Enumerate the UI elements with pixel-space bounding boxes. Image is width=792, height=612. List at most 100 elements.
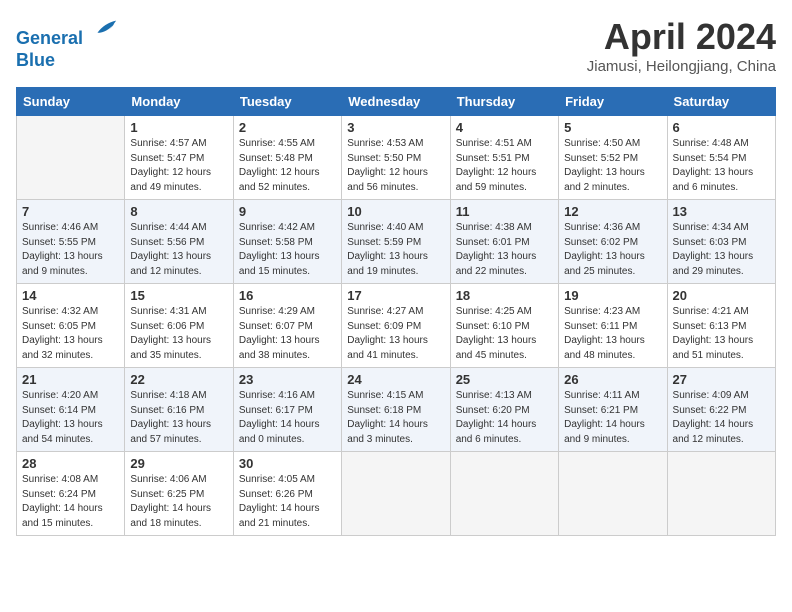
day-number: 28 — [22, 456, 119, 471]
day-info: Sunrise: 4:38 AMSunset: 6:01 PMDaylight:… — [456, 221, 553, 279]
daylight: Daylight: 14 hours and 9 minutes. — [564, 419, 645, 445]
calendar-cell: 25Sunrise: 4:13 AMSunset: 6:20 PMDayligh… — [450, 368, 558, 452]
calendar-cell — [342, 452, 450, 536]
day-info: Sunrise: 4:53 AMSunset: 5:50 PMDaylight:… — [347, 137, 444, 195]
day-number: 26 — [564, 372, 661, 387]
sunrise: Sunrise: 4:55 AM — [239, 138, 315, 149]
day-number: 7 — [22, 204, 119, 219]
sunrise: Sunrise: 4:36 AM — [564, 222, 640, 233]
day-number: 2 — [239, 120, 336, 135]
col-header-monday: Monday — [125, 88, 233, 116]
day-info: Sunrise: 4:44 AMSunset: 5:56 PMDaylight:… — [130, 221, 227, 279]
col-header-wednesday: Wednesday — [342, 88, 450, 116]
day-info: Sunrise: 4:25 AMSunset: 6:10 PMDaylight:… — [456, 305, 553, 363]
week-row-1: 1Sunrise: 4:57 AMSunset: 5:47 PMDaylight… — [17, 116, 776, 200]
daylight: Daylight: 13 hours and 15 minutes. — [239, 251, 320, 277]
calendar-cell: 4Sunrise: 4:51 AMSunset: 5:51 PMDaylight… — [450, 116, 558, 200]
daylight: Daylight: 13 hours and 51 minutes. — [673, 335, 754, 361]
day-number: 11 — [456, 204, 553, 219]
sunrise: Sunrise: 4:40 AM — [347, 222, 423, 233]
day-number: 5 — [564, 120, 661, 135]
sunrise: Sunrise: 4:44 AM — [130, 222, 206, 233]
day-info: Sunrise: 4:16 AMSunset: 6:17 PMDaylight:… — [239, 389, 336, 447]
daylight: Daylight: 14 hours and 3 minutes. — [347, 419, 428, 445]
sunrise: Sunrise: 4:06 AM — [130, 474, 206, 485]
col-header-thursday: Thursday — [450, 88, 558, 116]
daylight: Daylight: 13 hours and 54 minutes. — [22, 419, 103, 445]
daylight: Daylight: 14 hours and 15 minutes. — [22, 503, 103, 529]
daylight: Daylight: 12 hours and 56 minutes. — [347, 167, 428, 193]
sunset: Sunset: 6:10 PM — [456, 321, 530, 332]
daylight: Daylight: 13 hours and 57 minutes. — [130, 419, 211, 445]
day-info: Sunrise: 4:57 AMSunset: 5:47 PMDaylight:… — [130, 137, 227, 195]
calendar-table: SundayMondayTuesdayWednesdayThursdayFrid… — [16, 87, 776, 536]
sunrise: Sunrise: 4:20 AM — [22, 390, 98, 401]
daylight: Daylight: 12 hours and 59 minutes. — [456, 167, 537, 193]
calendar-cell: 17 Sunrise: 4:27 AMSunset: 6:09 PMDayligh… — [342, 284, 450, 368]
week-row-3: 14Sunrise: 4:32 AMSunset: 6:05 PMDayligh… — [17, 284, 776, 368]
sunset: Sunset: 6:16 PM — [130, 405, 204, 416]
calendar-cell: 2 Sunrise: 4:55 AMSunset: 5:48 PMDaylight… — [233, 116, 341, 200]
sunset: Sunset: 5:50 PM — [347, 153, 421, 164]
day-info: Sunrise: 4:09 AMSunset: 6:22 PMDaylight:… — [673, 389, 770, 447]
sunrise: Sunrise: 4:09 AM — [673, 390, 749, 401]
day-number: 17 — [347, 288, 444, 303]
calendar-cell: 23 Sunrise: 4:16 AMSunset: 6:17 PMDayligh… — [233, 368, 341, 452]
logo-bird-icon — [90, 16, 118, 44]
calendar-cell: 29Sunrise: 4:06 AMSunset: 6:25 PMDayligh… — [125, 452, 233, 536]
sunset: Sunset: 5:59 PM — [347, 237, 421, 248]
day-number: 16 — [239, 288, 336, 303]
page-header: General Blue April 2024 Jiamusi, Heilong… — [16, 16, 776, 75]
sunrise: Sunrise: 4:50 AM — [564, 138, 640, 149]
day-number: 6 — [673, 120, 770, 135]
calendar-cell: 11 Sunrise: 4:38 AMSunset: 6:01 PMDayligh… — [450, 200, 558, 284]
calendar-cell: 1Sunrise: 4:57 AMSunset: 5:47 PMDaylight… — [125, 116, 233, 200]
day-info: Sunrise: 4:34 AMSunset: 6:03 PMDaylight:… — [673, 221, 770, 279]
calendar-cell: 19Sunrise: 4:23 AMSunset: 6:11 PMDayligh… — [559, 284, 667, 368]
sunset: Sunset: 6:17 PM — [239, 405, 313, 416]
day-info: Sunrise: 4:40 AMSunset: 5:59 PMDaylight:… — [347, 221, 444, 279]
daylight: Daylight: 13 hours and 45 minutes. — [456, 335, 537, 361]
day-number: 9 — [239, 204, 336, 219]
sunset: Sunset: 5:52 PM — [564, 153, 638, 164]
calendar-cell: 22Sunrise: 4:18 AMSunset: 6:16 PMDayligh… — [125, 368, 233, 452]
sunset: Sunset: 6:22 PM — [673, 405, 747, 416]
sunset: Sunset: 5:54 PM — [673, 153, 747, 164]
calendar-cell: 27Sunrise: 4:09 AMSunset: 6:22 PMDayligh… — [667, 368, 775, 452]
day-info: Sunrise: 4:05 AMSunset: 6:26 PMDaylight:… — [239, 473, 336, 531]
daylight: Daylight: 12 hours and 52 minutes. — [239, 167, 320, 193]
day-info: Sunrise: 4:51 AMSunset: 5:51 PMDaylight:… — [456, 137, 553, 195]
calendar-cell: 3Sunrise: 4:53 AMSunset: 5:50 PMDaylight… — [342, 116, 450, 200]
day-number: 15 — [130, 288, 227, 303]
col-header-friday: Friday — [559, 88, 667, 116]
calendar-cell: 6Sunrise: 4:48 AMSunset: 5:54 PMDaylight… — [667, 116, 775, 200]
day-info: Sunrise: 4:27 AMSunset: 6:09 PMDaylight:… — [347, 305, 444, 363]
sunset: Sunset: 6:13 PM — [673, 321, 747, 332]
sunrise: Sunrise: 4:08 AM — [22, 474, 98, 485]
day-info: Sunrise: 4:08 AMSunset: 6:24 PMDaylight:… — [22, 473, 119, 531]
sunrise: Sunrise: 4:05 AM — [239, 474, 315, 485]
day-info: Sunrise: 4:55 AMSunset: 5:48 PMDaylight:… — [239, 137, 336, 195]
sunrise: Sunrise: 4:21 AM — [673, 306, 749, 317]
calendar-cell: 21Sunrise: 4:20 AMSunset: 6:14 PMDayligh… — [17, 368, 125, 452]
week-row-2: 7Sunrise: 4:46 AMSunset: 5:55 PMDaylight… — [17, 200, 776, 284]
location: Jiamusi, Heilongjiang, China — [587, 58, 776, 75]
month-title: April 2024 — [587, 16, 776, 58]
sunset: Sunset: 6:01 PM — [456, 237, 530, 248]
calendar-cell — [450, 452, 558, 536]
sunrise: Sunrise: 4:46 AM — [22, 222, 98, 233]
day-info: Sunrise: 4:13 AMSunset: 6:20 PMDaylight:… — [456, 389, 553, 447]
day-info: Sunrise: 4:20 AMSunset: 6:14 PMDaylight:… — [22, 389, 119, 447]
day-number: 27 — [673, 372, 770, 387]
day-number: 19 — [564, 288, 661, 303]
daylight: Daylight: 13 hours and 22 minutes. — [456, 251, 537, 277]
title-block: April 2024 Jiamusi, Heilongjiang, China — [587, 16, 776, 75]
daylight: Daylight: 14 hours and 0 minutes. — [239, 419, 320, 445]
sunset: Sunset: 5:51 PM — [456, 153, 530, 164]
calendar-cell: 15Sunrise: 4:31 AMSunset: 6:06 PMDayligh… — [125, 284, 233, 368]
day-number: 23 — [239, 372, 336, 387]
calendar-cell — [559, 452, 667, 536]
calendar-cell — [667, 452, 775, 536]
sunrise: Sunrise: 4:18 AM — [130, 390, 206, 401]
sunset: Sunset: 6:25 PM — [130, 489, 204, 500]
